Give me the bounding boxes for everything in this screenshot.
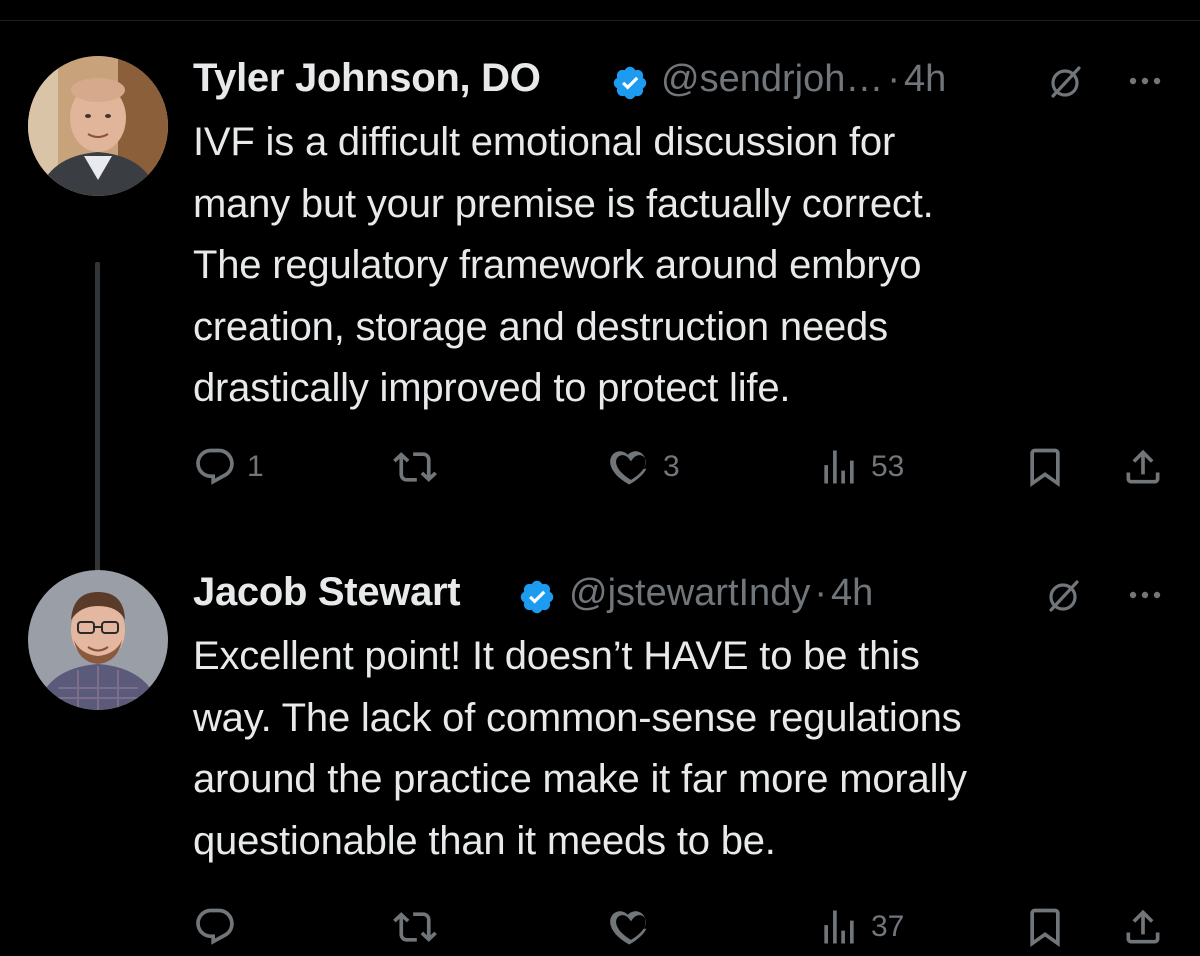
more-icon[interactable] (1125, 66, 1165, 96)
timestamp: 4h (904, 58, 947, 100)
reply-count: 1 (247, 450, 264, 483)
tweet-text: IVF is a difficult emotional discussion … (193, 120, 934, 410)
separator: · (814, 572, 827, 614)
grok-icon[interactable] (1045, 62, 1085, 102)
like-icon (610, 911, 647, 945)
more-icon[interactable] (1125, 580, 1165, 610)
avatar-image (28, 570, 168, 710)
views-icon (824, 910, 854, 944)
verified-icon (520, 580, 554, 614)
top-divider (0, 20, 1200, 21)
views-icon (824, 450, 854, 484)
grok-icon[interactable] (1043, 576, 1083, 616)
retweet-button[interactable] (393, 902, 447, 952)
like-count: 3 (663, 450, 680, 483)
share-button[interactable] (1121, 902, 1165, 952)
share-button[interactable] (1121, 442, 1165, 492)
handle: @sendrjoh… (661, 58, 884, 100)
views-button[interactable]: 37 (817, 902, 904, 952)
bookmark-icon (1030, 908, 1060, 948)
views-count: 53 (871, 450, 905, 483)
like-button[interactable] (609, 902, 663, 952)
reply-icon (196, 908, 234, 945)
avatar[interactable] (28, 56, 168, 196)
retweet-icon (393, 912, 437, 942)
author-name[interactable]: Tyler Johnson, DO (193, 56, 541, 101)
author-name[interactable]: Jacob Stewart (193, 570, 461, 615)
views-button[interactable]: 53 (817, 442, 904, 492)
bookmark-icon (1030, 448, 1060, 488)
thread-line (95, 262, 100, 604)
handle: @jstewartIndy (569, 572, 811, 614)
timestamp: 4h (830, 572, 874, 614)
tweet-text: Excellent point! It doesn’t HAVE to be t… (193, 634, 967, 863)
retweet-button[interactable] (393, 442, 447, 492)
like-button[interactable]: 3 (609, 442, 680, 492)
verified-icon (613, 66, 647, 100)
handle-and-time[interactable]: @sendrjoh… · 4h (661, 58, 946, 101)
views-count: 37 (871, 910, 905, 943)
separator: · (887, 58, 900, 100)
avatar[interactable] (28, 570, 168, 710)
share-icon (1126, 449, 1160, 484)
bookmark-button[interactable] (1023, 902, 1067, 952)
action-bar: 37 (193, 902, 1183, 952)
like-icon (610, 451, 647, 485)
reply-icon (196, 448, 234, 485)
share-icon (1126, 909, 1160, 944)
bookmark-button[interactable] (1023, 442, 1067, 492)
reply-button[interactable]: 1 (193, 442, 264, 492)
avatar-image (28, 56, 168, 196)
handle-and-time[interactable]: @jstewartIndy · 4h (569, 572, 873, 615)
action-bar: 1 3 53 (193, 442, 1183, 492)
reply-button[interactable] (193, 902, 247, 952)
retweet-icon (393, 452, 437, 482)
